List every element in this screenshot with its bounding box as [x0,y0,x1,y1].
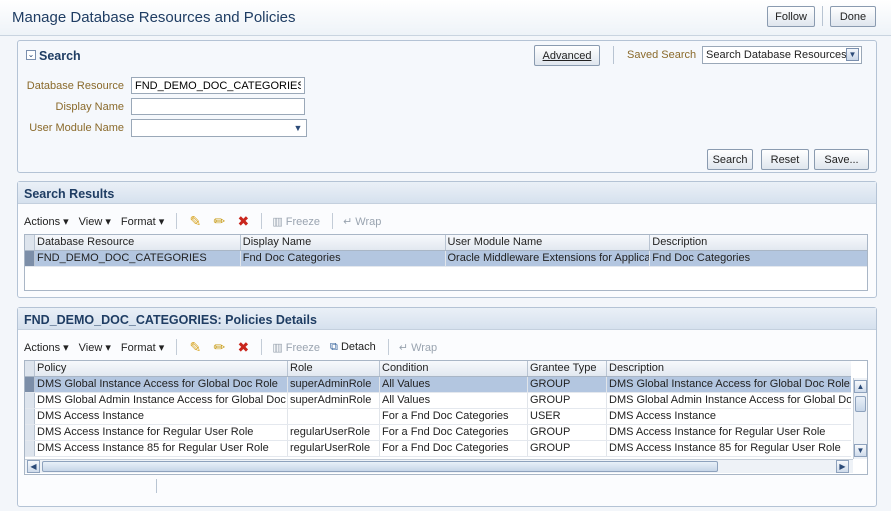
saved-search-value: Search Database Resources [706,49,847,61]
column-header[interactable]: Policy [35,361,288,376]
column-header[interactable]: Role [288,361,380,376]
vertical-scrollbar[interactable]: ▲ ▼ [853,378,867,459]
database-resource-input[interactable] [131,77,305,94]
create-icon[interactable]: ✎ [187,213,203,229]
column-header[interactable]: Description [607,361,851,376]
search-header: Search [39,49,81,63]
detach-button[interactable]: ⧉ Detach [330,341,376,354]
chevron-down-icon[interactable]: ▼ [292,122,304,134]
freeze-button[interactable]: ▥ Freeze [272,341,320,354]
scroll-down-icon[interactable]: ▼ [854,444,867,457]
toolbar-divider [387,339,389,355]
table-header: Database Resource Display Name User Modu… [25,235,867,251]
toolbar-divider [261,213,263,229]
footer-divider [156,479,157,493]
column-header[interactable]: Description [650,235,867,250]
display-name-label: Display Name [55,101,124,113]
freeze-button[interactable]: ▥ Freeze [272,215,320,228]
follow-button[interactable]: Follow [767,6,815,27]
search-results-header: Search Results [18,182,876,204]
page-title: Manage Database Resources and Policies [12,9,296,26]
actions-menu[interactable]: Actions ▾ [24,215,69,228]
page-header: Manage Database Resources and Policies F… [0,0,891,36]
format-menu[interactable]: Format ▾ [121,215,164,228]
user-module-name-select[interactable] [131,119,307,137]
table-row[interactable]: DMS Access Instance 85 for Regular User … [25,441,851,457]
scroll-thumb[interactable] [855,396,866,412]
toolbar-divider [613,46,614,64]
column-header[interactable]: Grantee Type [528,361,607,376]
advanced-button[interactable]: Advanced [534,45,600,66]
table-row[interactable]: DMS Global Instance Access for Global Do… [25,377,851,393]
table-header: Policy Role Condition Grantee Type Descr… [25,361,851,377]
done-button[interactable]: Done [830,6,876,27]
chevron-down-icon[interactable]: ▼ [846,48,859,61]
column-header[interactable]: Condition [380,361,528,376]
reset-button[interactable]: Reset [761,149,809,170]
table-row[interactable]: DMS Global Admin Instance Access for Glo… [25,393,851,409]
table-row[interactable]: DMS Access Instance For a Fnd Doc Catego… [25,409,851,425]
format-menu[interactable]: Format ▾ [121,341,164,354]
detach-icon: ⧉ [330,340,338,353]
toolbar-divider [261,339,263,355]
scroll-right-icon[interactable]: ▶ [836,460,849,473]
display-name-input[interactable] [131,98,305,115]
policies-panel: FND_DEMO_DOC_CATEGORIES: Policies Detail… [17,307,877,507]
table-row[interactable]: FND_DEMO_DOC_CATEGORIES Fnd Doc Categori… [25,251,867,267]
edit-icon[interactable]: ✏ [211,213,227,229]
column-header[interactable]: Database Resource [35,235,241,250]
search-results-panel: Search Results Actions ▾ View ▾ Format ▾… [17,181,877,298]
column-header[interactable]: User Module Name [446,235,651,250]
toolbar-divider [822,6,823,26]
delete-icon[interactable]: ✖ [235,213,251,229]
collapse-icon[interactable]: ⌄ [26,50,36,60]
policies-header: FND_DEMO_DOC_CATEGORIES: Policies Detail… [18,308,876,330]
saved-search-label: Saved Search [627,49,697,61]
create-icon[interactable]: ✎ [187,339,203,355]
table-row[interactable]: DMS Access Instance for Regular User Rol… [25,425,851,441]
toolbar-divider [176,339,178,355]
horizontal-scrollbar[interactable]: ◀ ▶ [25,459,853,473]
results-table: Database Resource Display Name User Modu… [24,234,868,291]
wrap-button[interactable]: ↵ Wrap [343,215,381,228]
view-menu[interactable]: View ▾ [79,215,111,228]
database-resource-label: Database Resource [26,80,124,92]
actions-menu[interactable]: Actions ▾ [24,341,69,354]
saved-search-select[interactable]: Search Database Resources [702,46,862,64]
wrap-button[interactable]: ↵ Wrap [399,341,437,354]
save-button[interactable]: Save... [814,149,869,170]
toolbar-divider [332,213,334,229]
search-button[interactable]: Search [707,149,753,170]
policies-table: Policy Role Condition Grantee Type Descr… [24,360,868,475]
user-module-name-label: User Module Name [29,122,124,134]
toolbar-divider [176,213,178,229]
policies-toolbar: Actions ▾ View ▾ Format ▾ ✎ ✏ ✖ ▥ Freeze… [24,336,447,358]
scroll-left-icon[interactable]: ◀ [27,460,40,473]
delete-icon[interactable]: ✖ [235,339,251,355]
column-header[interactable]: Display Name [241,235,446,250]
scroll-up-icon[interactable]: ▲ [854,380,867,393]
view-menu[interactable]: View ▾ [79,341,111,354]
results-toolbar: Actions ▾ View ▾ Format ▾ ✎ ✏ ✖ ▥ Freeze… [24,210,391,232]
search-panel: ⌄ Search Advanced Saved Search Search Da… [17,40,877,173]
scroll-thumb[interactable] [42,461,718,472]
edit-icon[interactable]: ✏ [211,339,227,355]
